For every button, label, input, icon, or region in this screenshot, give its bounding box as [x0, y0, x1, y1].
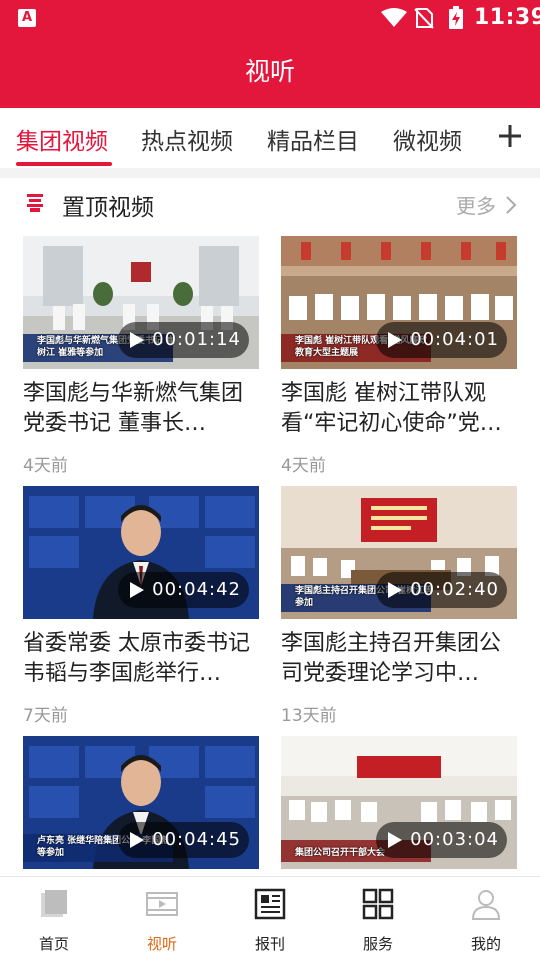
nav-newspaper[interactable]: 报刊	[216, 877, 324, 960]
video-card[interactable]: 李国彪主持召开集团公司 崔树江等参加 00:02:40 李国彪主持召开集团公司党…	[281, 486, 517, 726]
play-icon	[130, 332, 145, 348]
home-icon	[41, 890, 67, 917]
category-tabs: 集团视频 热点视频 精品栏目 微视频	[0, 108, 540, 168]
nav-home[interactable]: 首页	[0, 877, 108, 960]
duration-text: 00:02:40	[410, 579, 499, 600]
tab-micro-videos[interactable]: 微视频	[393, 122, 462, 156]
video-thumbnail[interactable]: 00:04:42	[23, 486, 259, 619]
nav-video[interactable]: 视听	[108, 877, 216, 960]
divider	[0, 168, 540, 178]
video-card[interactable]: 卢东亮 张继华陪集团公司 李国彪等参加 00:04:45	[23, 736, 259, 869]
duration-text: 00:04:01	[410, 329, 499, 350]
video-timestamp: 4天前	[23, 456, 68, 476]
duration-badge: 00:04:45	[118, 822, 249, 858]
duration-badge: 00:02:40	[376, 572, 507, 608]
chevron-right-icon[interactable]	[505, 195, 517, 215]
play-icon	[130, 582, 145, 598]
duration-text: 00:04:42	[152, 579, 241, 600]
duration-badge: 00:04:01	[376, 322, 507, 358]
video-title[interactable]: 李国彪与华新燃气集团党委书记 董事长…	[23, 379, 259, 439]
video-title[interactable]: 李国彪主持召开集团公司党委理论学习中…	[281, 629, 517, 689]
video-thumbnail[interactable]: 卢东亮 张继华陪集团公司 李国彪等参加 00:04:45	[23, 736, 259, 869]
newspaper-icon	[254, 888, 286, 920]
duration-text: 00:03:04	[410, 829, 499, 850]
video-card[interactable]: 集团公司召开干部大会 00:03:04	[281, 736, 517, 869]
grid-icon	[362, 888, 394, 920]
plus-icon[interactable]	[494, 120, 526, 152]
video-card[interactable]: 00:04:42 省委常委 太原市委书记韦韬与李国彪举行… 7天前	[23, 486, 259, 726]
video-icon	[146, 892, 178, 916]
nav-label: 我的	[470, 935, 501, 953]
video-card[interactable]: 李国彪 崔树江带队观看 党风廉政教育大型主题展 00:04:01 李国彪 崔树江…	[281, 236, 517, 476]
play-icon	[388, 832, 403, 848]
no-sim-icon	[414, 8, 434, 29]
video-timestamp: 7天前	[23, 706, 68, 726]
app-badge-icon: A	[18, 9, 36, 27]
nav-label: 首页	[38, 935, 69, 953]
battery-charging-icon	[449, 6, 463, 29]
duration-text: 00:01:14	[152, 329, 241, 350]
bottom-nav: 首页 视听 报刊 服务 我的	[0, 876, 540, 960]
tab-hot-videos[interactable]: 热点视频	[141, 122, 233, 156]
nav-services[interactable]: 服务	[324, 877, 432, 960]
nav-profile[interactable]: 我的	[432, 877, 540, 960]
nav-label: 服务	[362, 935, 393, 953]
duration-badge: 00:03:04	[376, 822, 507, 858]
page-title: 视听	[244, 57, 295, 86]
section-header: 置顶视频 更多	[0, 178, 540, 232]
video-thumbnail[interactable]: 集团公司召开干部大会 00:03:04	[281, 736, 517, 869]
status-bar: A 11:39	[0, 0, 540, 36]
nav-label: 报刊	[254, 935, 285, 953]
more-link[interactable]: 更多	[456, 190, 496, 219]
video-timestamp: 4天前	[281, 456, 326, 476]
video-title[interactable]: 省委常委 太原市委书记韦韬与李国彪举行…	[23, 629, 259, 689]
active-tab-indicator	[16, 162, 112, 166]
video-thumbnail[interactable]: 李国彪主持召开集团公司 崔树江等参加 00:02:40	[281, 486, 517, 619]
video-timestamp: 13天前	[281, 706, 337, 726]
tab-featured-columns[interactable]: 精品栏目	[267, 122, 359, 156]
play-icon	[388, 582, 403, 598]
video-card[interactable]: 李国彪与华新燃气集团党委书记 崔树江 崔雅等参加 00:01:14 李国彪与华新…	[23, 236, 259, 476]
nav-label: 视听	[146, 935, 177, 953]
profile-icon	[471, 890, 501, 920]
seal-icon	[27, 194, 43, 212]
duration-text: 00:04:45	[152, 829, 241, 850]
play-icon	[130, 832, 145, 848]
app-header: A 11:39 视听	[0, 0, 540, 108]
play-icon	[388, 332, 403, 348]
tab-group-videos[interactable]: 集团视频	[16, 122, 108, 156]
wifi-icon	[381, 8, 407, 27]
video-title[interactable]: 李国彪 崔树江带队观看“牢记初心使命”党…	[281, 379, 517, 439]
duration-badge: 00:04:42	[118, 572, 249, 608]
video-thumbnail[interactable]: 李国彪与华新燃气集团党委书记 崔树江 崔雅等参加 00:01:14	[23, 236, 259, 369]
video-thumbnail[interactable]: 李国彪 崔树江带队观看 党风廉政教育大型主题展 00:04:01	[281, 236, 517, 369]
status-time: 11:39	[474, 5, 540, 30]
section-title: 置顶视频	[62, 195, 154, 221]
duration-badge: 00:01:14	[118, 322, 249, 358]
